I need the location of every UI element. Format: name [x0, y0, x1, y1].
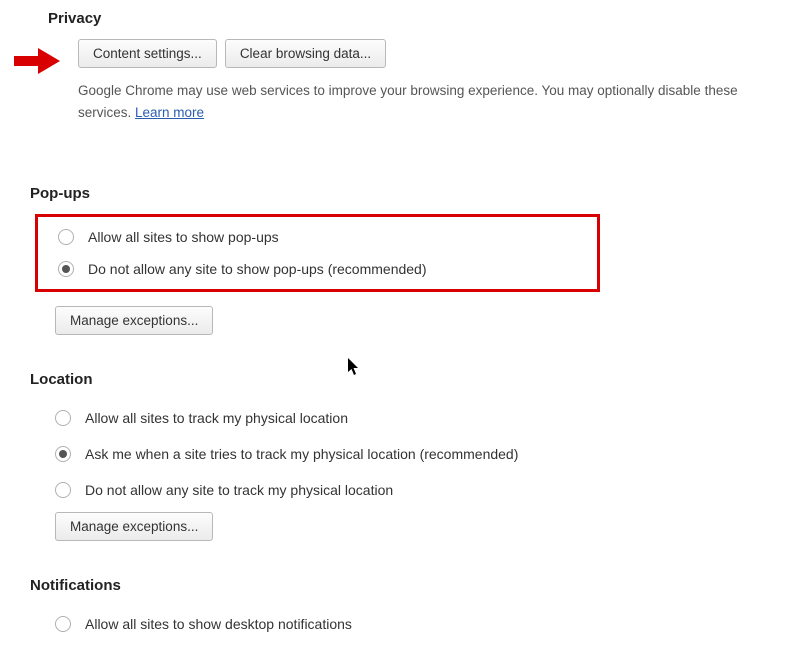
location-section: Location Allow all sites to track my phy…: [0, 351, 800, 557]
location-allow-label: Allow all sites to track my physical loc…: [85, 410, 348, 426]
radio-icon[interactable]: [55, 616, 71, 632]
radio-icon[interactable]: [55, 482, 71, 498]
radio-icon[interactable]: [55, 446, 71, 462]
notifications-allow-label: Allow all sites to show desktop notifica…: [85, 616, 352, 632]
location-title: Location: [0, 351, 800, 400]
privacy-title: Privacy: [0, 0, 800, 39]
radio-icon[interactable]: [55, 410, 71, 426]
privacy-section: Privacy Content settings... Clear browsi…: [0, 0, 800, 143]
radio-icon[interactable]: [58, 261, 74, 277]
notifications-allow-row[interactable]: Allow all sites to show desktop notifica…: [55, 606, 800, 642]
popups-title: Pop-ups: [0, 165, 800, 214]
location-ask-label: Ask me when a site tries to track my phy…: [85, 446, 518, 462]
popups-allow-label: Allow all sites to show pop-ups: [88, 229, 279, 245]
location-manage-exceptions-button[interactable]: Manage exceptions...: [55, 512, 213, 541]
notifications-title: Notifications: [0, 557, 800, 606]
location-block-row[interactable]: Do not allow any site to track my physic…: [55, 472, 800, 508]
content-settings-button[interactable]: Content settings...: [78, 39, 217, 68]
popups-block-row[interactable]: Do not allow any site to show pop-ups (r…: [58, 253, 597, 285]
popups-block-label: Do not allow any site to show pop-ups (r…: [88, 261, 427, 277]
popups-manage-exceptions-button[interactable]: Manage exceptions...: [55, 306, 213, 335]
learn-more-link[interactable]: Learn more: [135, 105, 204, 120]
popups-section: Pop-ups Allow all sites to show pop-ups …: [0, 165, 800, 351]
privacy-description: Google Chrome may use web services to im…: [0, 80, 800, 133]
notifications-section: Notifications Allow all sites to show de…: [0, 557, 800, 652]
radio-icon[interactable]: [58, 229, 74, 245]
popups-allow-row[interactable]: Allow all sites to show pop-ups: [58, 221, 597, 253]
location-allow-row[interactable]: Allow all sites to track my physical loc…: [55, 400, 800, 436]
red-highlight-box: Allow all sites to show pop-ups Do not a…: [35, 214, 600, 292]
location-block-label: Do not allow any site to track my physic…: [85, 482, 393, 498]
location-ask-row[interactable]: Ask me when a site tries to track my phy…: [55, 436, 800, 472]
clear-browsing-data-button[interactable]: Clear browsing data...: [225, 39, 386, 68]
